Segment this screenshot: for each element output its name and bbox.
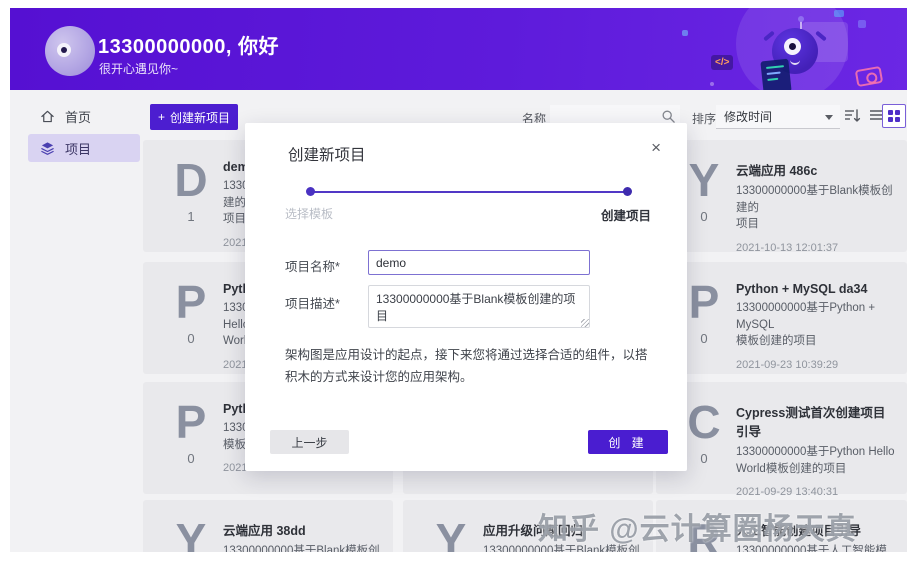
project-description: 13300000000基于人工智能模板 创建的项目 <box>736 543 895 552</box>
project-letter: P <box>175 396 207 448</box>
home-icon <box>41 110 54 122</box>
project-title: 人工智能创建项目引导 <box>736 524 862 538</box>
plus-icon: + <box>157 110 165 124</box>
avatar <box>45 26 95 76</box>
mascot-mouth-icon <box>790 59 800 65</box>
project-date: 2021-09-29 13:40:31 <box>736 486 839 499</box>
close-icon[interactable]: × <box>651 139 661 156</box>
project-card[interactable]: P 0 Python + MySQL da34 13300000000基于Pyt… <box>656 262 907 374</box>
modal-title: 创建新项目 <box>288 147 366 164</box>
project-count: 1 <box>187 209 195 225</box>
project-date: 2021-09-23 10:39:29 <box>736 359 839 372</box>
project-title: 云端应用 38dd <box>223 524 306 538</box>
welcome-banner: 13300000000, 你好 很开心遇见你~ </> <box>10 8 907 90</box>
project-card[interactable]: C 0 Cypress测试首次创建项目引导 13300000000基于Pytho… <box>656 382 907 498</box>
sidebar-item-label: 项目 <box>65 141 92 157</box>
project-letter: P <box>175 276 207 328</box>
project-letter: Y <box>175 514 207 552</box>
project-title: Python + MySQL da34 <box>736 282 868 296</box>
project-desc-label: 项目描述* <box>285 297 340 311</box>
create-project-button[interactable]: + 创建新项目 <box>150 104 238 130</box>
mascot-eye-icon <box>784 38 801 55</box>
desc-line: 13300000000基于Python Hello <box>736 446 895 458</box>
project-card[interactable]: Y 应用升级问题回归 13300000000基于Blank模板创建的 项目 <box>403 500 653 552</box>
sort-label: 排序 <box>692 112 717 126</box>
avatar-eye <box>57 43 71 57</box>
project-title: 应用升级问题回归 <box>483 524 584 538</box>
project-title: 云端应用 486c <box>736 164 818 178</box>
project-name-label: 项目名称* <box>285 260 340 274</box>
desc-line: 项目 <box>736 218 759 231</box>
project-letter: Y <box>435 514 467 552</box>
project-card[interactable]: R 人工智能创建项目引导 13300000000基于人工智能模板 创建的项目 <box>656 500 907 552</box>
grid-view-icon <box>888 110 900 122</box>
spark-decoration <box>710 82 714 86</box>
step-label-create-project: 创建项目 <box>600 209 651 223</box>
project-date: 2021-10-13 12:01:37 <box>736 242 839 255</box>
create-project-modal: 创建新项目 × 选择模板 创建项目 项目名称* 项目描述* 1330000000… <box>245 123 687 471</box>
stepper-dot-select-template <box>306 187 315 196</box>
project-letter: D <box>174 154 208 206</box>
project-description: 13300000000基于Blank模板创建的 项目 <box>223 543 381 552</box>
project-description: 13300000000基于Python Hello World模板创建的项目 <box>736 444 895 477</box>
spark-decoration <box>858 20 866 28</box>
search-icon[interactable] <box>661 109 676 124</box>
project-card[interactable]: Y 0 云端应用 486c 13300000000基于Blank模板创建的 项目… <box>656 140 907 255</box>
desc-line: 模板创建的项目 <box>736 335 817 348</box>
desc-line: 13300000000基于Blank模板创建的 <box>736 185 893 214</box>
grid-view-button[interactable] <box>882 104 906 128</box>
previous-step-button[interactable]: 上一步 <box>270 430 349 454</box>
sidebar-item-home[interactable]: 首页 <box>28 102 140 130</box>
project-letter: R <box>687 514 721 552</box>
sidebar-item-label: 首页 <box>65 109 92 125</box>
document-icon <box>760 58 792 90</box>
spark-decoration <box>834 10 844 17</box>
project-count: 0 <box>187 331 195 347</box>
project-description: 13300000000基于Python + MySQL 模板创建的项目 <box>736 300 895 350</box>
project-title: Cypress测试首次创建项目引导 <box>736 406 886 439</box>
project-description: 13300000000基于Blank模板创建的 项目 <box>483 543 641 552</box>
desc-line: 13300000000基于Blank模板创建的 <box>483 545 640 552</box>
code-tag-icon: </> <box>711 55 734 70</box>
stepper-line <box>311 191 627 193</box>
desc-line: World模板创建的项目 <box>736 462 847 475</box>
stepper-dot-create-project <box>623 187 632 196</box>
mascot-antenna-icon <box>798 16 804 29</box>
app-window: 13300000000, 你好 很开心遇见你~ </> 首页 项目 + 创建新项… <box>0 0 913 563</box>
project-desc-textarea[interactable]: 13300000000基于Blank模板创建的项目 <box>368 285 590 328</box>
layers-icon <box>41 141 54 155</box>
sidebar-item-projects[interactable]: 项目 <box>28 134 140 162</box>
create-button[interactable]: 创 建 <box>588 430 668 454</box>
spark-decoration <box>682 30 688 36</box>
sort-selected-value: 修改时间 <box>724 110 773 124</box>
sort-direction-icon[interactable] <box>843 107 861 125</box>
project-description: 13300000000基于Blank模板创建的 项目 <box>736 183 895 233</box>
architecture-hint-text: 架构图是应用设计的起点，接下来您将通过选择合适的组件，以搭积木的方式来设计您的应… <box>285 348 648 384</box>
project-count: 0 <box>187 451 195 467</box>
greeting-title: 13300000000, 你好 <box>98 36 279 58</box>
chevron-down-icon <box>825 115 833 120</box>
desc-line: 13300000000基于Python + MySQL <box>736 302 876 331</box>
project-card[interactable]: Y 云端应用 38dd 13300000000基于Blank模板创建的 项目 <box>143 500 393 552</box>
desc-line: 13300000000基于人工智能模板 <box>736 545 887 552</box>
step-label-select-template: 选择模板 <box>285 207 334 221</box>
camera-icon <box>854 65 884 88</box>
sort-select[interactable]: 修改时间 <box>716 105 840 129</box>
create-project-label: 创建新项目 <box>170 110 231 125</box>
desc-line: 项目 <box>223 213 246 226</box>
desc-line: 13300000000基于Blank模板创建的 <box>223 545 380 552</box>
greeting-subtitle: 很开心遇见你~ <box>99 62 179 76</box>
project-name-input[interactable] <box>368 250 590 275</box>
